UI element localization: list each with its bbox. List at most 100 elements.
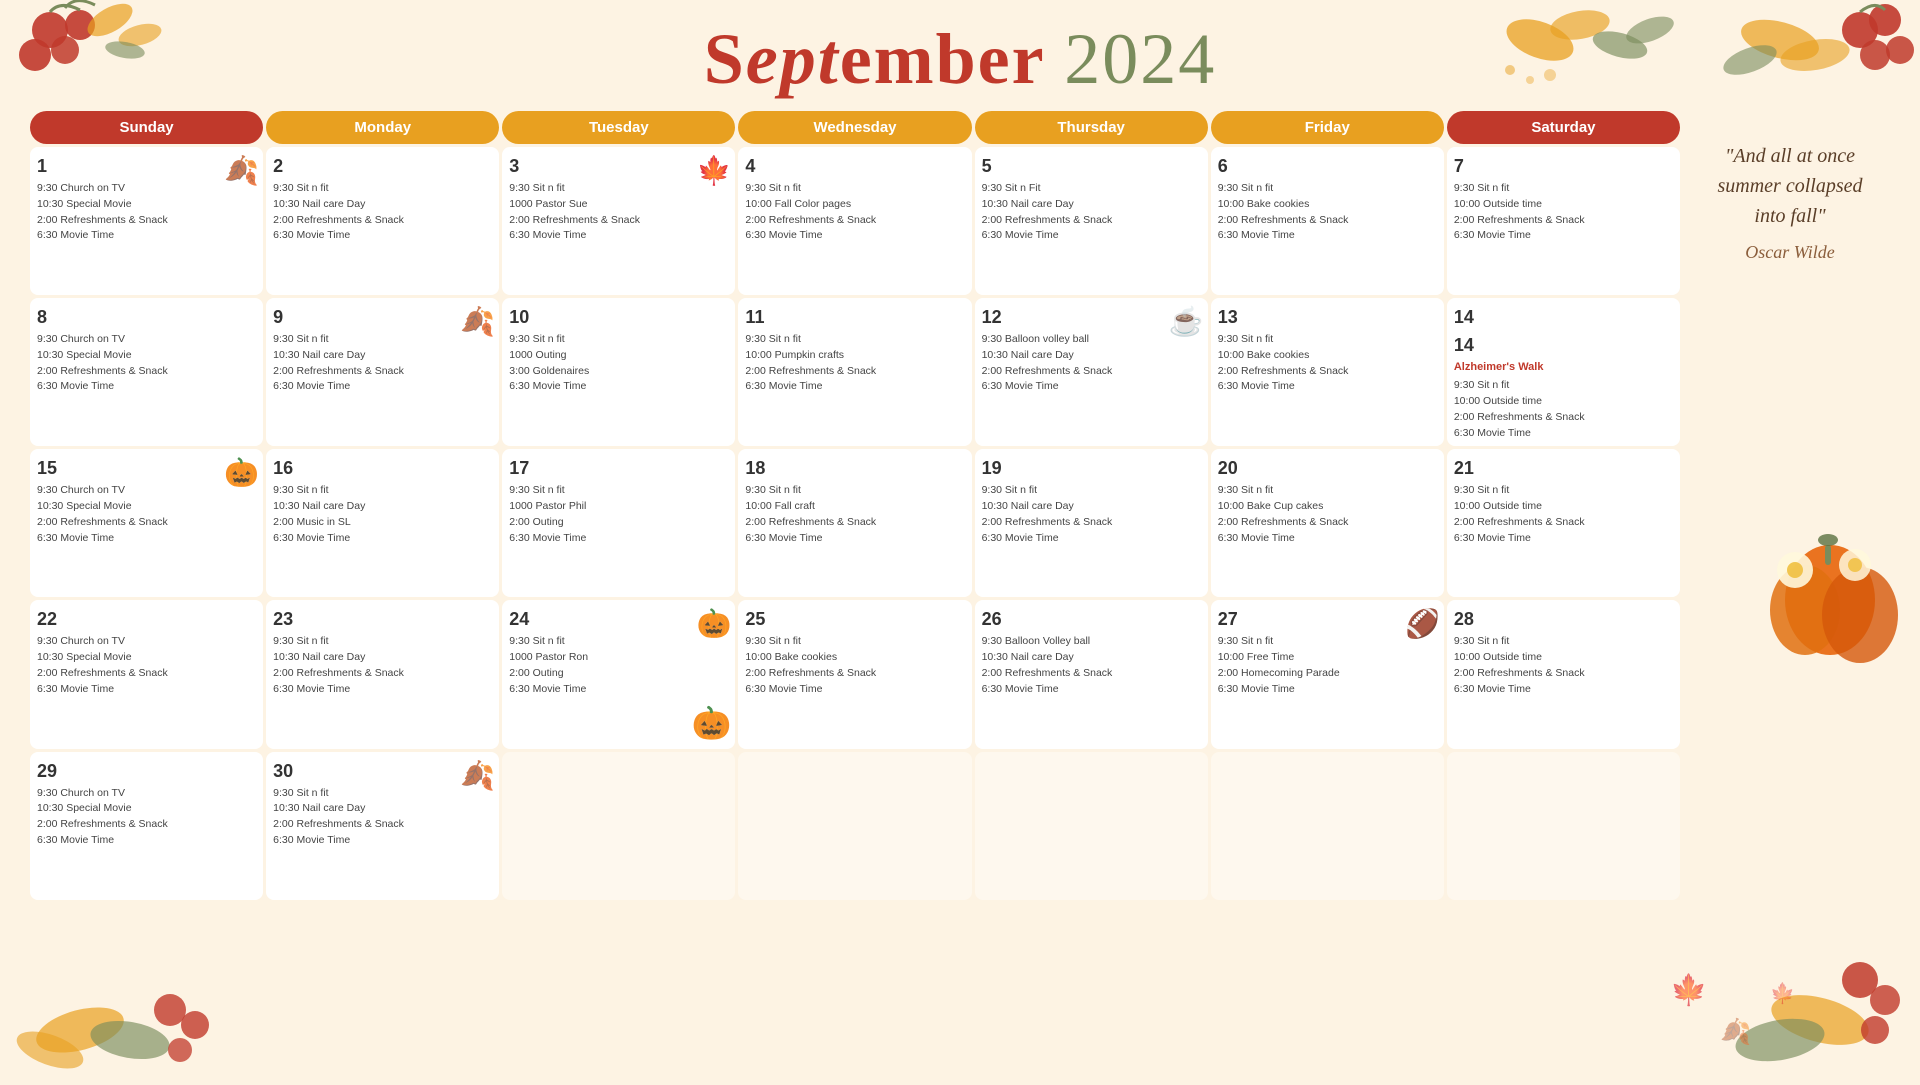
cell-decoration: 🍂 <box>460 302 495 343</box>
cell-number: 3 <box>509 153 728 179</box>
cal-cell-16: 169:30 Sit n fit10:30 Nail care Day2:00 … <box>266 449 499 597</box>
cell-event: 2:00 Homecoming Parade <box>1218 666 1437 682</box>
cell-event: 6:30 Movie Time <box>273 682 492 698</box>
calendar-main: Sunday Monday Tuesday Wednesday Thursday… <box>30 111 1680 900</box>
sidebar-quote: "And all at once summer collapsed into f… <box>1690 141 1890 266</box>
day-header-saturday: Saturday <box>1447 111 1680 144</box>
cell-number: 21 <box>1454 455 1673 481</box>
cell-event: 6:30 Movie Time <box>37 531 256 547</box>
cell-event: 9:30 Church on TV <box>37 332 256 348</box>
cell-event: 2:00 Outing <box>509 515 728 531</box>
cal-cell-28: 289:30 Sit n fit10:00 Outside time2:00 R… <box>1447 600 1680 748</box>
cell-event: 9:30 Sit n fit <box>745 181 964 197</box>
cell-events: 9:30 Sit n fit10:00 Outside time2:00 Ref… <box>1454 634 1673 697</box>
cell-event: 6:30 Movie Time <box>37 379 256 395</box>
cell-event: 2:00 Refreshments & Snack <box>37 817 256 833</box>
cell-number: 17 <box>509 455 728 481</box>
cell-event: 2:00 Refreshments & Snack <box>1454 410 1673 426</box>
cell-event: 2:00 Refreshments & Snack <box>509 213 728 229</box>
cell-event: 6:30 Movie Time <box>745 379 964 395</box>
cell-event: 10:30 Nail care Day <box>273 801 492 817</box>
cell-events: 9:30 Sit n fit10:30 Nail care Day2:00 Mu… <box>273 483 492 546</box>
cell-events: 9:30 Sit n fit10:30 Nail care Day2:00 Re… <box>273 332 492 395</box>
cell-event: 6:30 Movie Time <box>1454 531 1673 547</box>
cal-cell-15: 159:30 Church on TV10:30 Special Movie2:… <box>30 449 263 597</box>
calendar-header: September 2024 <box>0 0 1920 111</box>
cell-event: 2:00 Refreshments & Snack <box>37 364 256 380</box>
cell-event: 6:30 Movie Time <box>509 682 728 698</box>
cell-event: 10:30 Special Movie <box>37 499 256 515</box>
cell-number: 2 <box>273 153 492 179</box>
cell-event: 6:30 Movie Time <box>273 228 492 244</box>
cell-events: 9:30 Balloon Volley ball10:30 Nail care … <box>982 634 1201 697</box>
cell-event: 10:30 Special Movie <box>37 197 256 213</box>
cell-decoration: 🎃 <box>697 604 732 645</box>
cell-event: 10:30 Nail care Day <box>273 650 492 666</box>
cell-number: 27 <box>1218 606 1437 632</box>
cell-event: 9:30 Sit n fit <box>509 181 728 197</box>
day-header-monday: Monday <box>266 111 499 144</box>
year-title: 2024 <box>1064 19 1216 99</box>
cell-number: 23 <box>273 606 492 632</box>
cell-event: 10:00 Bake cookies <box>1218 197 1437 213</box>
cell-number: 29 <box>37 758 256 784</box>
cell-event: 9:30 Church on TV <box>37 786 256 802</box>
cell-event: 1000 Outing <box>509 348 728 364</box>
cell-number: 22 <box>37 606 256 632</box>
cell-event: 1000 Pastor Phil <box>509 499 728 515</box>
cell-event: 9:30 Sit n fit <box>273 332 492 348</box>
cell-events: 9:30 Sit n fit10:30 Nail care Day2:00 Re… <box>982 483 1201 546</box>
cal-cell-8: 89:30 Church on TV10:30 Special Movie2:0… <box>30 298 263 446</box>
svg-text:🍁: 🍁 <box>1670 972 1707 1007</box>
cal-cell-30: 309:30 Sit n fit10:30 Nail care Day2:00 … <box>266 752 499 900</box>
cell-events: 9:30 Church on TV10:30 Special Movie2:00… <box>37 786 256 849</box>
cell-event: 6:30 Movie Time <box>37 682 256 698</box>
day-header-thursday: Thursday <box>975 111 1208 144</box>
cell-decoration: 🍂 <box>460 756 495 797</box>
cell-number: 6 <box>1218 153 1437 179</box>
cell-event: 9:30 Sit n fit <box>273 181 492 197</box>
cal-cell-empty-33 <box>1211 752 1444 900</box>
cal-cell-empty-30 <box>502 752 735 900</box>
cell-event: 2:00 Refreshments & Snack <box>745 515 964 531</box>
cell-event: 9:30 Sit n fit <box>1218 483 1437 499</box>
cell-event: 9:30 Sit n fit <box>509 332 728 348</box>
cell-event: 10:00 Outside time <box>1454 499 1673 515</box>
cell-event: 10:00 Free Time <box>1218 650 1437 666</box>
cell-event: 10:30 Nail care Day <box>982 499 1201 515</box>
cell-events: 9:30 Balloon volley ball10:30 Nail care … <box>982 332 1201 395</box>
cell-event: 2:00 Refreshments & Snack <box>1454 213 1673 229</box>
cell-event: 2:00 Refreshments & Snack <box>37 213 256 229</box>
cell-events: 9:30 Church on TV10:30 Special Movie2:00… <box>37 332 256 395</box>
cal-cell-14: 1414Alzheimer's Walk9:30 Sit n fit10:00 … <box>1447 298 1680 446</box>
cell-events: 9:30 Sit n fit10:00 Outside time2:00 Ref… <box>1454 483 1673 546</box>
cell-events: 9:30 Sit n Fit10:30 Nail care Day2:00 Re… <box>982 181 1201 244</box>
cell-event: 10:30 Nail care Day <box>982 348 1201 364</box>
cell-events: 9:30 Sit n fit10:30 Nail care Day2:00 Re… <box>273 181 492 244</box>
cell-decoration: 🎃 <box>224 453 259 494</box>
cell-event: 9:30 Sit n fit <box>1454 181 1673 197</box>
cell-number: 20 <box>1218 455 1437 481</box>
cal-cell-1: 19:30 Church on TV10:30 Special Movie2:0… <box>30 147 263 295</box>
cell-event: 1000 Pastor Ron <box>509 650 728 666</box>
cell-number: 25 <box>745 606 964 632</box>
cell-event: 2:00 Refreshments & Snack <box>37 666 256 682</box>
cell-number: 18 <box>745 455 964 481</box>
cal-cell-4: 49:30 Sit n fit10:00 Fall Color pages2:0… <box>738 147 971 295</box>
month-title-part2: ember <box>840 19 1045 99</box>
cell-number: 11 <box>745 304 964 330</box>
cell-event: 2:00 Refreshments & Snack <box>745 666 964 682</box>
cell-event: 6:30 Movie Time <box>1218 682 1437 698</box>
cell-event: 9:30 Church on TV <box>37 634 256 650</box>
cell-events: 9:30 Church on TV10:30 Special Movie2:00… <box>37 634 256 697</box>
cell-event: 10:00 Bake cookies <box>1218 348 1437 364</box>
cell-event: 6:30 Movie Time <box>1454 228 1673 244</box>
cal-cell-25: 259:30 Sit n fit10:00 Bake cookies2:00 R… <box>738 600 971 748</box>
cell-number: 14 <box>1454 304 1673 330</box>
cal-cell-empty-31 <box>738 752 971 900</box>
cell-event: 2:00 Refreshments & Snack <box>273 364 492 380</box>
cell-events: 9:30 Sit n fit10:00 Bake cookies2:00 Ref… <box>745 634 964 697</box>
cell-event: 10:00 Outside time <box>1454 197 1673 213</box>
cell-event: 10:30 Nail care Day <box>982 197 1201 213</box>
cell-number: 7 <box>1454 153 1673 179</box>
